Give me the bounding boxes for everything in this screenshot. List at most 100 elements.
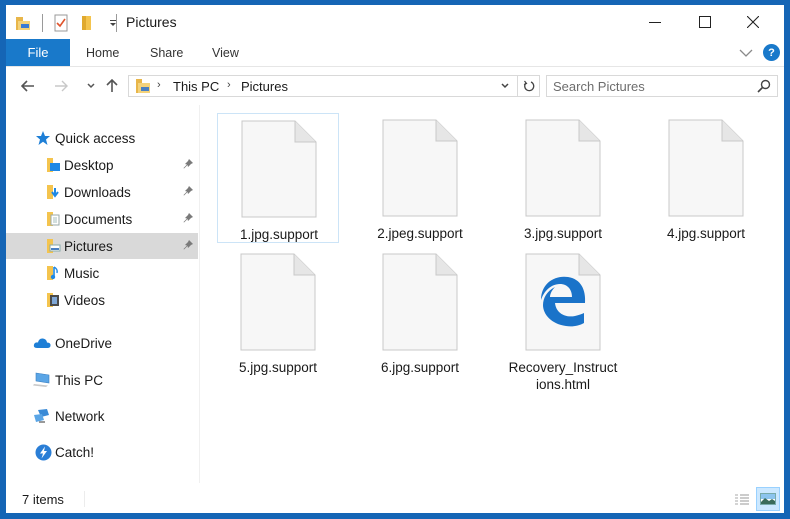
pin-icon[interactable] — [182, 158, 194, 173]
sidebar-item-desktop[interactable]: Desktop — [6, 152, 198, 178]
pictures-folder-icon — [44, 237, 62, 255]
sidebar-item-pictures[interactable]: Pictures — [6, 233, 198, 259]
breadcrumb-this-pc[interactable]: This PC — [173, 79, 219, 94]
navigation-bar: › This PC › Pictures — [6, 67, 784, 105]
chevron-down-icon — [501, 83, 509, 89]
tab-view[interactable]: View — [212, 39, 239, 66]
blank-file-icon — [241, 120, 317, 218]
star-icon — [34, 129, 52, 147]
blank-file-icon — [240, 253, 316, 351]
blank-file-icon — [668, 119, 744, 217]
address-history-dropdown[interactable] — [494, 75, 516, 97]
file-name: 4.jpg.support — [666, 226, 746, 241]
sidebar-item-label: This PC — [55, 372, 104, 388]
checkmark-properties-icon[interactable] — [51, 13, 71, 33]
documents-folder-icon — [44, 210, 62, 228]
sidebar-item-downloads[interactable]: Downloads — [6, 179, 198, 205]
sidebar-item-label: Quick access — [55, 130, 136, 146]
sidebar-item-network[interactable]: Network — [6, 403, 198, 429]
file-item[interactable]: 1.jpg.support — [217, 113, 339, 243]
sidebar-item-documents[interactable]: Documents — [6, 206, 198, 232]
back-button[interactable] — [19, 77, 37, 95]
downloads-folder-icon — [44, 183, 62, 201]
file-name: Recovery_Instruct ions.html — [508, 360, 618, 392]
breadcrumb-chevron-icon: › — [157, 79, 161, 91]
minimize-button[interactable] — [632, 5, 678, 39]
onedrive-cloud-icon — [33, 334, 51, 352]
sidebar-item-catch[interactable]: Catch! — [6, 439, 198, 465]
pane-divider[interactable] — [199, 105, 200, 483]
file-name: 5.jpg.support — [238, 360, 318, 375]
sidebar-item-label: Network — [55, 408, 105, 424]
help-button[interactable]: ? — [763, 44, 780, 61]
up-button[interactable] — [103, 77, 121, 95]
ribbon-tabs: File Home Share View ? — [6, 39, 784, 67]
sidebar-item-videos[interactable]: Videos — [6, 287, 198, 313]
computer-icon — [33, 371, 51, 389]
file-item[interactable]: 6.jpg.support — [359, 247, 481, 377]
sidebar-item-label: Music — [64, 265, 100, 281]
sidebar-item-label: Desktop — [64, 157, 114, 173]
customize-dropdown-icon[interactable] — [103, 13, 123, 33]
chevron-down-icon — [739, 49, 753, 57]
chevron-down-icon — [87, 83, 95, 89]
toolbar-separator — [42, 14, 43, 32]
maximize-button[interactable] — [682, 5, 728, 39]
pin-icon[interactable] — [182, 212, 194, 227]
sidebar-item-label: Documents — [64, 211, 133, 227]
file-name: 6.jpg.support — [380, 360, 460, 375]
refresh-icon — [523, 80, 534, 92]
refresh-button[interactable] — [518, 75, 540, 97]
file-name: 1.jpg.support — [239, 227, 319, 242]
search-icon[interactable] — [757, 79, 771, 98]
file-item[interactable]: 4.jpg.support — [645, 113, 767, 243]
blank-file-icon — [382, 253, 458, 351]
minimize-icon — [649, 22, 661, 23]
title-bar: Pictures — [6, 5, 784, 39]
recent-locations-button[interactable] — [82, 77, 100, 95]
arrow-right-icon — [55, 80, 68, 92]
address-bar[interactable]: › This PC › Pictures — [128, 75, 518, 97]
search-box — [546, 75, 778, 97]
file-name: 3.jpg.support — [523, 226, 603, 241]
window-title: Pictures — [126, 14, 177, 30]
expand-ribbon-button[interactable] — [738, 45, 754, 61]
catch-icon — [34, 443, 52, 461]
new-folder-icon[interactable] — [77, 13, 97, 33]
sidebar-item-quick-access[interactable]: Quick access — [6, 125, 198, 151]
tab-home[interactable]: Home — [86, 39, 119, 66]
edge-html-file-icon — [525, 253, 601, 351]
file-item[interactable]: Recovery_Instruct ions.html — [502, 247, 624, 392]
breadcrumb-pictures[interactable]: Pictures — [241, 79, 288, 94]
large-icons-view-button[interactable] — [756, 487, 780, 511]
status-bar: 7 items — [6, 483, 784, 513]
sidebar-item-this-pc[interactable]: This PC — [6, 367, 198, 393]
file-item[interactable]: 2.jpeg.support — [359, 113, 481, 243]
close-button[interactable] — [730, 5, 776, 39]
sidebar-item-label: Pictures — [64, 238, 113, 254]
folder-properties-icon[interactable] — [14, 13, 34, 33]
title-separator — [116, 14, 117, 32]
blank-file-icon — [382, 119, 458, 217]
sidebar-item-music[interactable]: Music — [6, 260, 198, 286]
tab-file[interactable]: File — [6, 39, 70, 66]
file-item[interactable]: 3.jpg.support — [502, 113, 624, 243]
pin-icon[interactable] — [182, 185, 194, 200]
pin-icon[interactable] — [182, 239, 194, 254]
sidebar-item-label: Downloads — [64, 184, 131, 200]
music-folder-icon — [44, 264, 62, 282]
details-view-button[interactable] — [732, 490, 752, 510]
blank-file-icon — [525, 119, 601, 217]
item-count: 7 items — [22, 492, 64, 507]
tab-share[interactable]: Share — [150, 39, 183, 66]
videos-folder-icon — [44, 291, 62, 309]
network-icon — [33, 407, 51, 425]
sidebar-item-onedrive[interactable]: OneDrive — [6, 330, 198, 356]
sidebar-item-label: OneDrive — [55, 335, 113, 351]
status-separator — [84, 491, 85, 507]
file-list: 1.jpg.support 2.jpeg.support 3.jpg.suppo… — [206, 105, 784, 483]
forward-button[interactable] — [52, 77, 70, 95]
file-item[interactable]: 5.jpg.support — [217, 247, 339, 377]
pictures-location-icon — [135, 78, 151, 99]
search-input[interactable] — [547, 76, 747, 96]
